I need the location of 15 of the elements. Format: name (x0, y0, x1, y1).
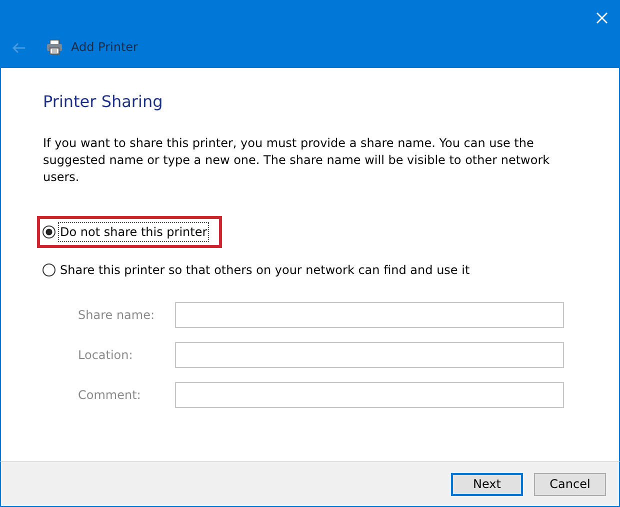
field-label: Comment: (77, 387, 142, 404)
dialog-button[interactable]: Next (451, 472, 523, 496)
radio-option[interactable]: Share this printer so that others on your network can find and use it (37, 254, 485, 286)
window-title: Add Printer (71, 39, 138, 56)
radio-button[interactable] (42, 225, 56, 240)
dialog-button[interactable]: Cancel (534, 472, 606, 496)
back-arrow-icon (12, 42, 26, 54)
page-heading: Printer Sharing (43, 92, 164, 112)
description-text: If you want to share this printer, you must provide a share name. You can use the suggested name or type a new one. The share name will be visible to other network users. (43, 135, 551, 186)
field-label: Location: (77, 347, 134, 364)
radio-option[interactable]: Do not share this printer (37, 216, 222, 248)
close-icon (596, 12, 608, 24)
radio-button[interactable] (42, 263, 56, 278)
printer-icon (46, 39, 63, 55)
field-label: Share name: (77, 307, 156, 324)
